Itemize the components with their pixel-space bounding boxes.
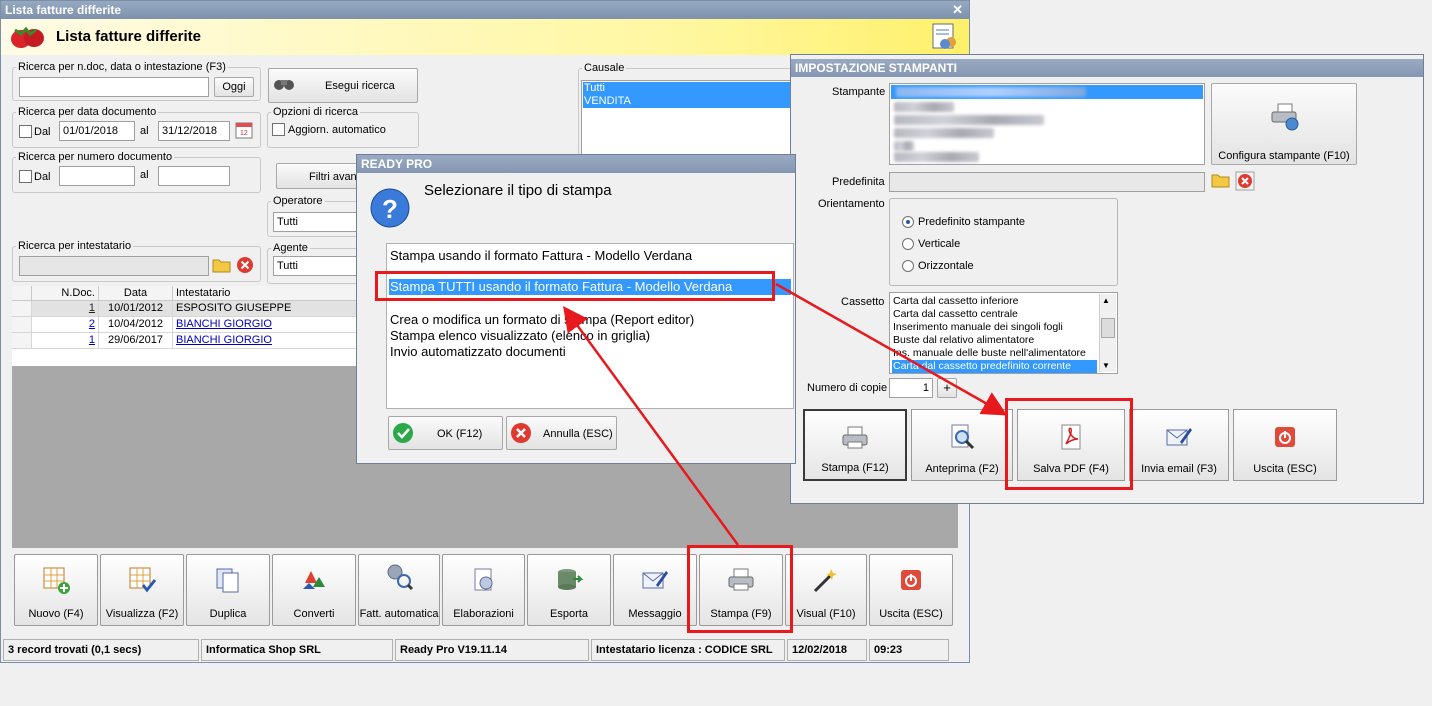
annotation-arrows xyxy=(563,282,1008,546)
arrow-option-to-pdf xyxy=(775,282,1008,416)
arrow-print-to-option xyxy=(563,305,740,546)
